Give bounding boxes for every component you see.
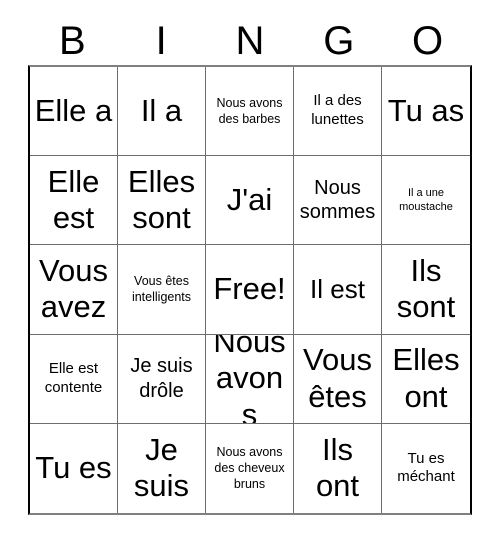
- bingo-cell-label: Tu es: [35, 450, 112, 486]
- bingo-cell-label: Il a une moustache: [399, 186, 453, 214]
- bingo-cell[interactable]: Nous avons des barbes: [206, 67, 294, 157]
- bingo-cell-label: Elles sont: [127, 163, 196, 236]
- bingo-header-letter-o: O: [412, 18, 444, 63]
- bingo-cell[interactable]: Nous sommes: [294, 156, 382, 246]
- bingo-cell[interactable]: Nous avons: [206, 334, 294, 424]
- bingo-cell[interactable]: Ils sont: [382, 245, 470, 335]
- bingo-cell-label: Ils sont: [396, 252, 456, 325]
- bingo-header-letter-b: B: [59, 18, 86, 63]
- bingo-cell-label: Tu as: [387, 92, 465, 128]
- bingo-header-letter-n: N: [235, 18, 265, 63]
- bingo-cell-label: Nous sommes: [299, 176, 376, 224]
- bingo-card: B I N G O Elle a Il a Nous avons des bar…: [0, 0, 500, 544]
- bingo-cell[interactable]: Vous êtes: [294, 334, 382, 424]
- bingo-cell-label: Il a: [140, 92, 183, 128]
- bingo-cell[interactable]: Tu es méchant: [382, 423, 470, 513]
- bingo-cell[interactable]: J'ai: [206, 156, 294, 246]
- bingo-header-row: B I N G O: [28, 16, 472, 65]
- bingo-cell-label: Elles ont: [392, 342, 460, 414]
- bingo-cell[interactable]: Elles ont: [382, 334, 470, 424]
- bingo-cell[interactable]: Je suis drôle: [118, 334, 206, 424]
- bingo-cell-label: Vous êtes intelligents: [131, 274, 192, 305]
- bingo-cell[interactable]: Elle est contente: [30, 334, 118, 424]
- bingo-cell[interactable]: Ils ont: [294, 423, 382, 513]
- bingo-cell-label: Nous avons des cheveux bruns: [214, 445, 285, 492]
- bingo-cell-label: Nous avons: [213, 334, 286, 424]
- bingo-cell-label: J'ai: [226, 182, 273, 217]
- bingo-header-letter-i: I: [155, 18, 167, 63]
- bingo-cell-label: Elle a: [34, 92, 113, 128]
- bingo-cell-free-space[interactable]: Free!: [206, 245, 294, 335]
- bingo-cell-label: Elle est contente: [44, 359, 103, 396]
- bingo-cell[interactable]: Elle a: [30, 67, 118, 157]
- bingo-cell-label: Nous avons des barbes: [216, 96, 283, 127]
- bingo-cell-label: Elle est: [47, 163, 100, 236]
- bingo-cell-label: Il a des lunettes: [311, 92, 364, 129]
- bingo-cell-label: Il est: [310, 273, 365, 304]
- bingo-cell[interactable]: Il est: [294, 245, 382, 335]
- bingo-cell[interactable]: Vous êtes intelligents: [118, 245, 206, 335]
- bingo-cell[interactable]: Tu es: [30, 423, 118, 513]
- bingo-cell[interactable]: Tu as: [382, 67, 470, 157]
- bingo-cell-label: Ils ont: [315, 431, 360, 504]
- bingo-cell-label: Vous avez: [39, 252, 108, 325]
- bingo-cell-label: Je suis drôle: [130, 355, 193, 402]
- bingo-grid: Elle a Il a Nous avons des barbes Il a d…: [28, 65, 472, 515]
- bingo-cell[interactable]: Elle est: [30, 156, 118, 246]
- bingo-cell[interactable]: Il a une moustache: [382, 156, 470, 246]
- bingo-cell[interactable]: Il a des lunettes: [294, 67, 382, 157]
- bingo-cell[interactable]: Il a: [118, 67, 206, 157]
- bingo-cell-label: Je suis: [133, 431, 190, 504]
- bingo-free-space-label: Free!: [213, 271, 286, 307]
- bingo-cell[interactable]: Nous avons des cheveux bruns: [206, 423, 294, 513]
- bingo-cell[interactable]: Je suis: [118, 423, 206, 513]
- bingo-cell-label: Tu es méchant: [397, 449, 455, 486]
- bingo-header-letter-g: G: [323, 18, 355, 63]
- bingo-cell[interactable]: Elles sont: [118, 156, 206, 246]
- bingo-cell-label: Vous êtes: [303, 342, 372, 414]
- bingo-cell[interactable]: Vous avez: [30, 245, 118, 335]
